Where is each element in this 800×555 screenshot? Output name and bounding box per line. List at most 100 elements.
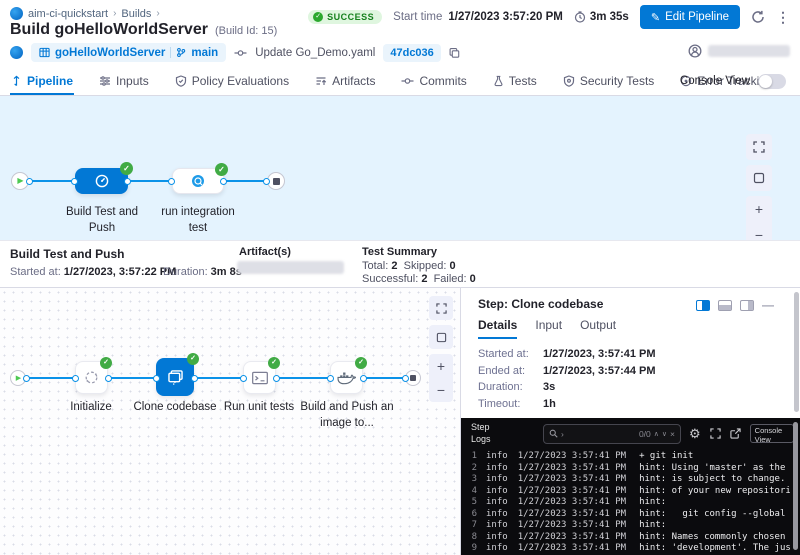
reset-zoom-button[interactable] [429, 325, 453, 349]
zoom-in-button[interactable]: + [746, 196, 772, 222]
copy-icon[interactable] [449, 47, 460, 59]
divider [170, 47, 171, 58]
log-settings-gear-icon[interactable]: ⚙ [689, 426, 701, 442]
node-port [327, 375, 334, 382]
page-header: aim-ci-quickstart › Builds › ✓ SUCCESS S… [0, 0, 800, 68]
user-icon[interactable] [688, 44, 702, 58]
node-port [23, 375, 30, 382]
open-in-new-icon[interactable] [730, 428, 741, 439]
log-line: 7info1/27/2023 3:57:41 PMhint: [461, 520, 790, 532]
tab-policy-evaluations[interactable]: Policy Evaluations [174, 68, 290, 95]
flask-icon [493, 75, 504, 87]
breadcrumb: aim-ci-quickstart › Builds › [10, 7, 160, 20]
layout-bottom-split-button[interactable] [718, 300, 732, 311]
stage-node-run-integration-test[interactable]: ✓ [172, 168, 224, 194]
zoom-in-button[interactable]: + [429, 354, 453, 378]
header-status-area: ✓ SUCCESS Start time 1/27/2023 3:57:20 P… [308, 5, 790, 29]
ci-stage-icon [190, 173, 206, 189]
breadcrumb-builds[interactable]: Builds [121, 8, 151, 20]
tab-input[interactable]: Input [535, 318, 562, 339]
test-summary: Test Summary Total: 2 Skipped: 0 Success… [362, 246, 476, 285]
redacted-artifact-value [237, 261, 344, 274]
node-port [26, 178, 33, 185]
commit-hash[interactable]: 47dc036 [383, 44, 440, 62]
search-match-count: 0/0 [639, 429, 651, 439]
node-port [402, 375, 409, 382]
node-port [72, 375, 79, 382]
canvas-selector-icon [753, 172, 765, 184]
tab-tests[interactable]: Tests [492, 68, 538, 95]
success-check-icon: ✓ [355, 357, 367, 369]
tab-inputs[interactable]: Inputs [98, 68, 150, 95]
log-line: 5info1/27/2023 3:57:41 PMhint: [461, 497, 790, 509]
artifacts-icon [315, 75, 327, 87]
step-graph-canvas: ▶ ✓ ✓ ✓ ✓ [0, 288, 461, 555]
fit-to-screen-button[interactable] [746, 134, 772, 160]
initialize-icon [83, 369, 100, 386]
refresh-button[interactable] [751, 10, 765, 24]
search-icon [549, 429, 558, 438]
tab-commits[interactable]: Commits [400, 68, 467, 95]
step-label: Run unit tests [212, 400, 306, 416]
pipeline-meta-row: goHelloWorldServer main Update Go_Demo.y… [10, 43, 460, 62]
step-node-build-and-push[interactable]: ✓ [330, 361, 363, 394]
step-detail-fields: Started at:1/27/2023, 3:57:41 PM Ended a… [478, 348, 656, 414]
fullscreen-icon [436, 303, 447, 314]
status-label: SUCCESS [327, 12, 374, 22]
tab-output[interactable]: Output [580, 318, 616, 339]
search-close-icon[interactable]: × [670, 429, 675, 439]
breadcrumb-project[interactable]: aim-ci-quickstart [28, 8, 108, 20]
edge [128, 180, 172, 182]
search-next-icon[interactable]: ∨ [662, 430, 667, 438]
tab-details[interactable]: Details [478, 318, 517, 339]
status-badge: ✓ SUCCESS [308, 10, 382, 24]
user-area [688, 44, 790, 58]
git-branch-icon [176, 47, 186, 58]
node-port [240, 375, 247, 382]
edge [276, 377, 330, 379]
tab-pipeline[interactable]: Pipeline [10, 68, 74, 95]
edit-pipeline-button[interactable]: ✎ Edit Pipeline [640, 5, 740, 29]
log-fullscreen-icon[interactable] [710, 428, 721, 439]
fit-to-screen-button[interactable] [429, 296, 453, 320]
tab-artifacts[interactable]: Artifacts [314, 68, 376, 95]
tab-security-tests[interactable]: Security Tests [562, 68, 655, 95]
canvas-selector-icon [436, 332, 447, 343]
page-title: Build goHelloWorldServer [10, 21, 208, 39]
node-port [168, 178, 175, 185]
step-node-initialize[interactable]: ✓ [75, 361, 108, 394]
build-pipeline-page: aim-ci-quickstart › Builds › ✓ SUCCESS S… [0, 0, 800, 555]
console-view-button[interactable]: Console View [750, 424, 794, 443]
stop-icon [273, 178, 280, 185]
panel-scrollbar-thumb[interactable] [794, 292, 799, 412]
console-scrollbar-thumb[interactable] [793, 422, 798, 550]
log-line: 9info1/27/2023 3:57:41 PMhint: 'developm… [461, 543, 790, 555]
start-time-label: Start time [393, 11, 442, 23]
reset-zoom-button[interactable] [746, 165, 772, 191]
pipeline-branch-pill[interactable]: goHelloWorldServer main [31, 43, 226, 62]
console-view-toggle[interactable] [758, 74, 786, 89]
log-search-input[interactable] [567, 429, 636, 439]
step-label: Build and Push an image to... [297, 400, 397, 431]
commit-icon [234, 47, 247, 59]
step-label: Initialize [51, 400, 131, 416]
stage-label: Build Test and Push [57, 205, 147, 236]
layout-fill [719, 305, 731, 309]
step-node-run-unit-tests[interactable]: ✓ [243, 361, 276, 394]
artifacts-label: Artifact(s) [239, 246, 291, 258]
minimize-panel-button[interactable]: — [762, 299, 774, 311]
layout-right-split-button[interactable] [696, 300, 710, 311]
zoom-out-button[interactable]: − [429, 378, 453, 402]
test-summary-title: Test Summary [362, 246, 476, 258]
node-port [124, 178, 131, 185]
log-search-box: › 0/0 ∧ ∨ × [543, 424, 681, 444]
search-prev-icon[interactable]: ∧ [654, 430, 659, 438]
success-check-icon: ✓ [187, 353, 199, 365]
run-tests-terminal-icon [251, 370, 269, 386]
success-check-icon: ✓ [120, 162, 133, 175]
elapsed-time: 3m 35s [574, 11, 629, 23]
more-options-button[interactable]: ⋮ [776, 9, 790, 26]
stage-node-build-test-and-push[interactable]: ✓ [75, 168, 128, 194]
layout-right-panel-button[interactable] [740, 300, 754, 311]
step-node-clone-codebase[interactable]: ✓ [156, 358, 194, 396]
